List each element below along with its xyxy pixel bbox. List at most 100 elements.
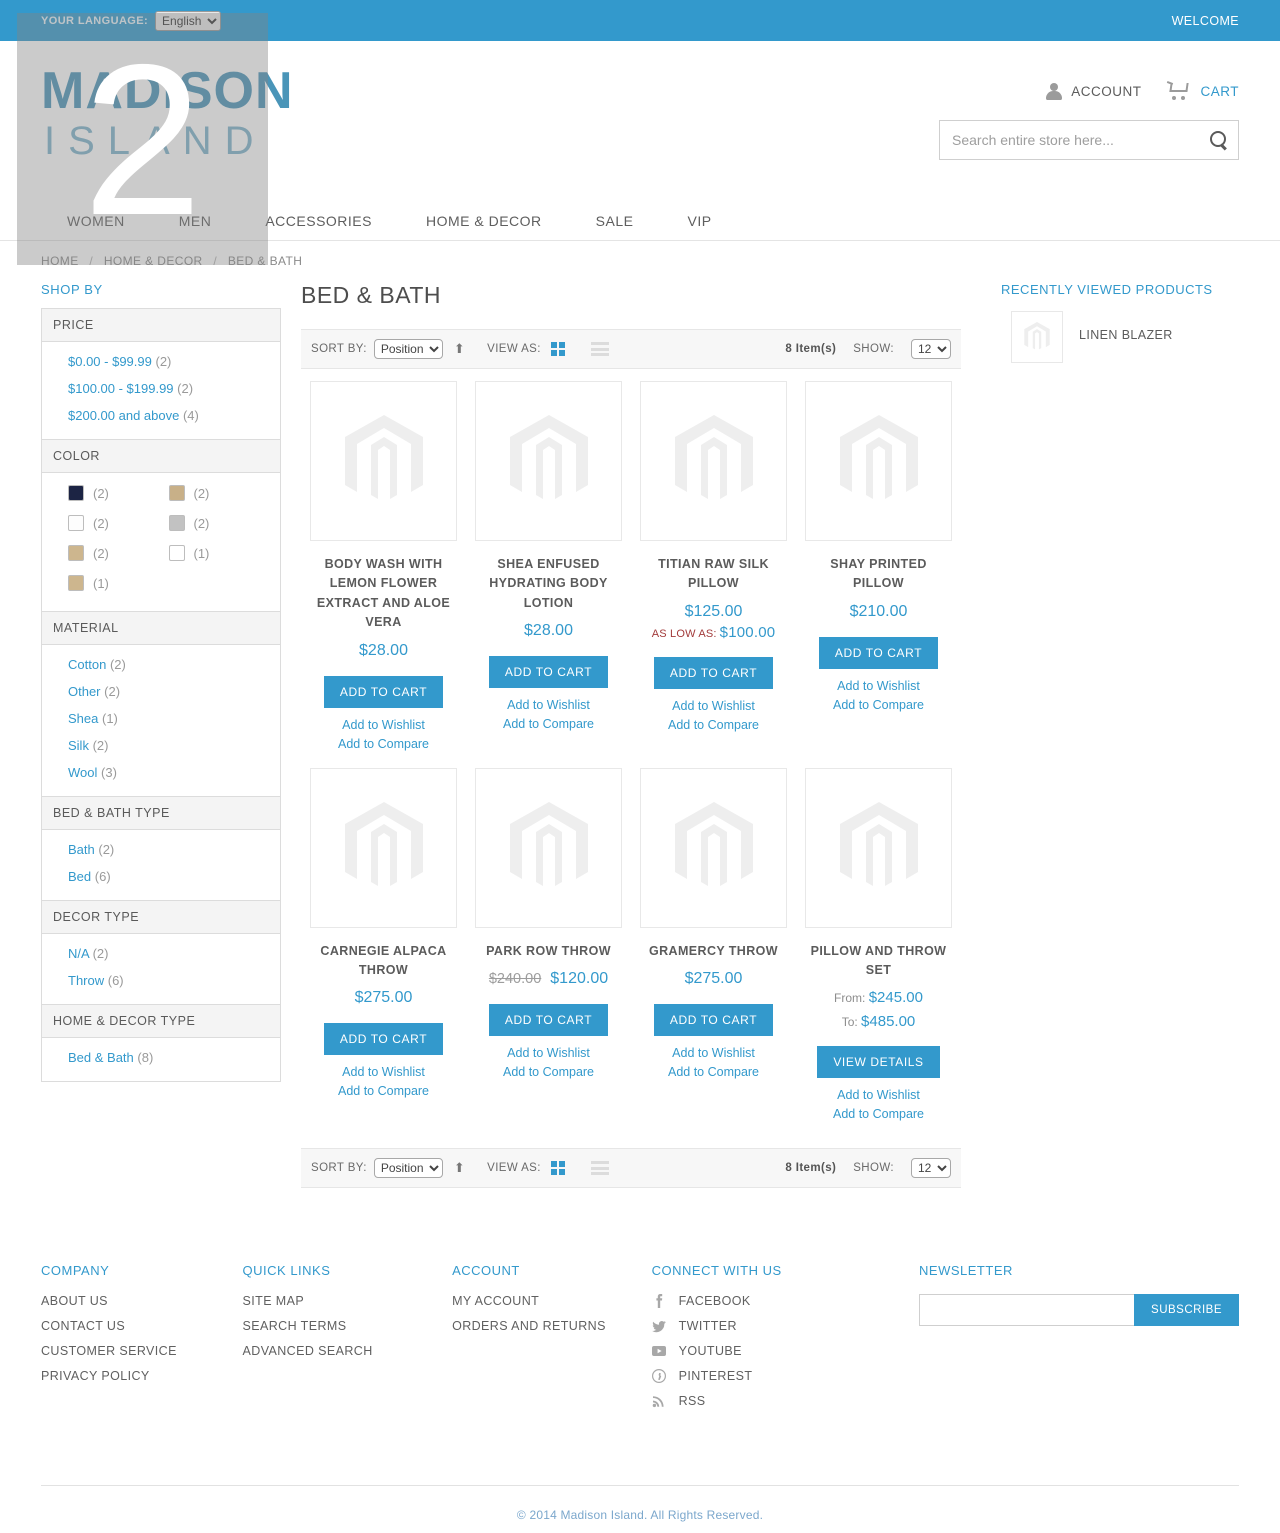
product-image-link[interactable] [805,767,952,928]
show-per-page-select[interactable]: 12 [911,339,951,359]
list-item[interactable]: CUSTOMER SERVICE [41,1344,243,1358]
product-image-link[interactable] [310,381,457,541]
product-name-link[interactable]: BODY WASH WITH LEMON FLOWER EXTRACT AND … [317,557,450,629]
filter-link[interactable]: Wool [68,765,97,780]
list-item[interactable]: Wool (3) [68,765,269,780]
filter-link[interactable]: $0.00 - $99.99 [68,354,152,369]
filter-link[interactable]: $100.00 - $199.99 [68,381,174,396]
list-item[interactable]: Silk (2) [68,738,269,753]
filter-link[interactable]: $200.00 and above [68,408,179,423]
cart-link[interactable]: CART [1167,81,1239,100]
list-item[interactable]: (2) [68,515,169,531]
footer-link-contact-us[interactable]: CONTACT US [41,1319,125,1333]
list-item[interactable]: PRIVACY POLICY [41,1369,243,1383]
filter-link[interactable]: Bath [68,842,95,857]
add-to-compare-link[interactable]: Add to Compare [640,1065,787,1079]
filter-link[interactable]: Cotton [68,657,106,672]
add-to-compare-link[interactable]: Add to Compare [475,1065,622,1079]
list-item[interactable]: (2) [68,485,169,501]
add-to-wishlist-link[interactable]: Add to Wishlist [475,1046,622,1060]
add-to-compare-link[interactable]: Add to Compare [805,698,952,712]
add-to-cart-button[interactable]: ADD TO CART [818,636,939,669]
add-to-wishlist-link[interactable]: Add to Wishlist [640,1046,787,1060]
list-item[interactable]: Cotton (2) [68,657,269,672]
language-select[interactable]: English [155,10,222,31]
list-item[interactable]: SEARCH TERMS [243,1319,453,1333]
color-swatch-icon[interactable] [68,515,84,531]
filter-link[interactable]: Throw [68,973,104,988]
footer-link-orders-and-returns[interactable]: ORDERS AND RETURNS [452,1319,606,1333]
list-item[interactable]: YOUTUBE [651,1344,919,1358]
list-item[interactable]: $0.00 - $99.99 (2) [68,354,269,369]
show-per-page-select[interactable]: 12 [911,1158,951,1179]
site-logo[interactable]: MADISON ISLAND [41,65,294,161]
add-to-compare-link[interactable]: Add to Compare [640,718,787,732]
add-to-wishlist-link[interactable]: Add to Wishlist [640,699,787,713]
add-to-compare-link[interactable]: Add to Compare [310,737,457,751]
newsletter-form[interactable]: SUBSCRIBE [919,1294,1239,1327]
add-to-wishlist-link[interactable]: Add to Wishlist [310,718,457,732]
list-item[interactable]: LINEN BLAZER [1001,311,1239,363]
list-item[interactable]: Bed & Bath (8) [68,1050,269,1065]
list-item[interactable]: ADVANCED SEARCH [243,1344,453,1358]
footer-link-my-account[interactable]: MY ACCOUNT [452,1294,539,1308]
account-link[interactable]: ACCOUNT [1046,82,1141,100]
filter-link[interactable]: Shea [68,711,98,726]
view-details-button[interactable]: VIEW DETAILS [817,1046,940,1079]
color-swatch-icon[interactable] [68,485,84,501]
footer-link-pinterest[interactable]: PINTEREST [679,1369,753,1383]
product-image-link[interactable] [310,767,457,928]
search-form[interactable] [939,120,1239,160]
footer-link-site-map[interactable]: SITE MAP [243,1294,305,1308]
sort-by-select[interactable]: Position [373,339,443,359]
filter-link[interactable]: N/A [68,946,89,961]
list-item[interactable]: Other (2) [68,684,269,699]
list-item[interactable]: ABOUT US [41,1294,243,1308]
product-image-link[interactable] [805,381,952,541]
filter-link[interactable]: Bed [68,869,91,884]
newsletter-email-input[interactable] [919,1294,1135,1327]
list-item[interactable]: N/A (2) [68,946,269,961]
footer-link-facebook[interactable]: FACEBOOK [679,1294,751,1308]
list-item[interactable]: TWITTER [651,1319,919,1333]
sort-direction-icon[interactable]: ⬆ [454,341,465,357]
add-to-wishlist-link[interactable]: Add to Wishlist [805,1088,952,1102]
add-to-compare-link[interactable]: Add to Compare [475,717,622,731]
product-image-link[interactable] [475,381,622,541]
list-view-icon[interactable] [590,342,609,356]
sort-by-select[interactable]: Position [373,1158,443,1179]
add-to-wishlist-link[interactable]: Add to Wishlist [310,1065,457,1079]
list-item[interactable]: Bed (6) [68,869,269,884]
product-name-link[interactable]: SHAY PRINTED PILLOW [830,557,927,590]
footer-link-twitter[interactable]: TWITTER [679,1319,737,1333]
add-to-cart-button[interactable]: ADD TO CART [323,1023,444,1056]
list-item[interactable]: ORDERS AND RETURNS [452,1319,652,1333]
language-switcher[interactable]: YOUR LANGUAGE: English [41,10,222,31]
list-item[interactable]: $100.00 - $199.99 (2) [68,381,269,396]
list-item[interactable]: (2) [168,485,270,501]
footer-link-customer-service[interactable]: CUSTOMER SERVICE [41,1344,177,1358]
search-input[interactable] [950,131,1210,149]
footer-link-youtube[interactable]: YOUTUBE [679,1344,742,1358]
list-item[interactable]: $200.00 and above (4) [68,408,269,423]
subscribe-button[interactable]: SUBSCRIBE [1134,1294,1239,1327]
nav-item-home-and-decor[interactable]: HOME & DECOR [399,213,569,229]
add-to-cart-button[interactable]: ADD TO CART [488,656,609,689]
filter-link[interactable]: Silk [68,738,89,753]
add-to-compare-link[interactable]: Add to Compare [310,1084,457,1098]
product-name-link[interactable]: SHEA ENFUSED HYDRATING BODY LOTION [489,557,608,610]
add-to-cart-button[interactable]: ADD TO CART [653,1003,774,1036]
add-to-wishlist-link[interactable]: Add to Wishlist [805,679,952,693]
filter-link[interactable]: Other [68,684,101,699]
add-to-cart-button[interactable]: ADD TO CART [488,1003,609,1036]
product-image-link[interactable] [475,767,622,928]
nav-item-vip[interactable]: VIP [660,213,738,229]
grid-view-icon[interactable] [550,1161,565,1176]
breadcrumb-home[interactable]: HOME [41,254,79,268]
add-to-wishlist-link[interactable]: Add to Wishlist [475,698,622,712]
filter-link[interactable]: Bed & Bath [68,1050,134,1065]
list-item[interactable]: (1) [168,545,270,561]
color-swatch-icon[interactable] [168,545,185,561]
add-to-cart-button[interactable]: ADD TO CART [323,675,444,708]
nav-item-women[interactable]: WOMEN [41,213,152,229]
